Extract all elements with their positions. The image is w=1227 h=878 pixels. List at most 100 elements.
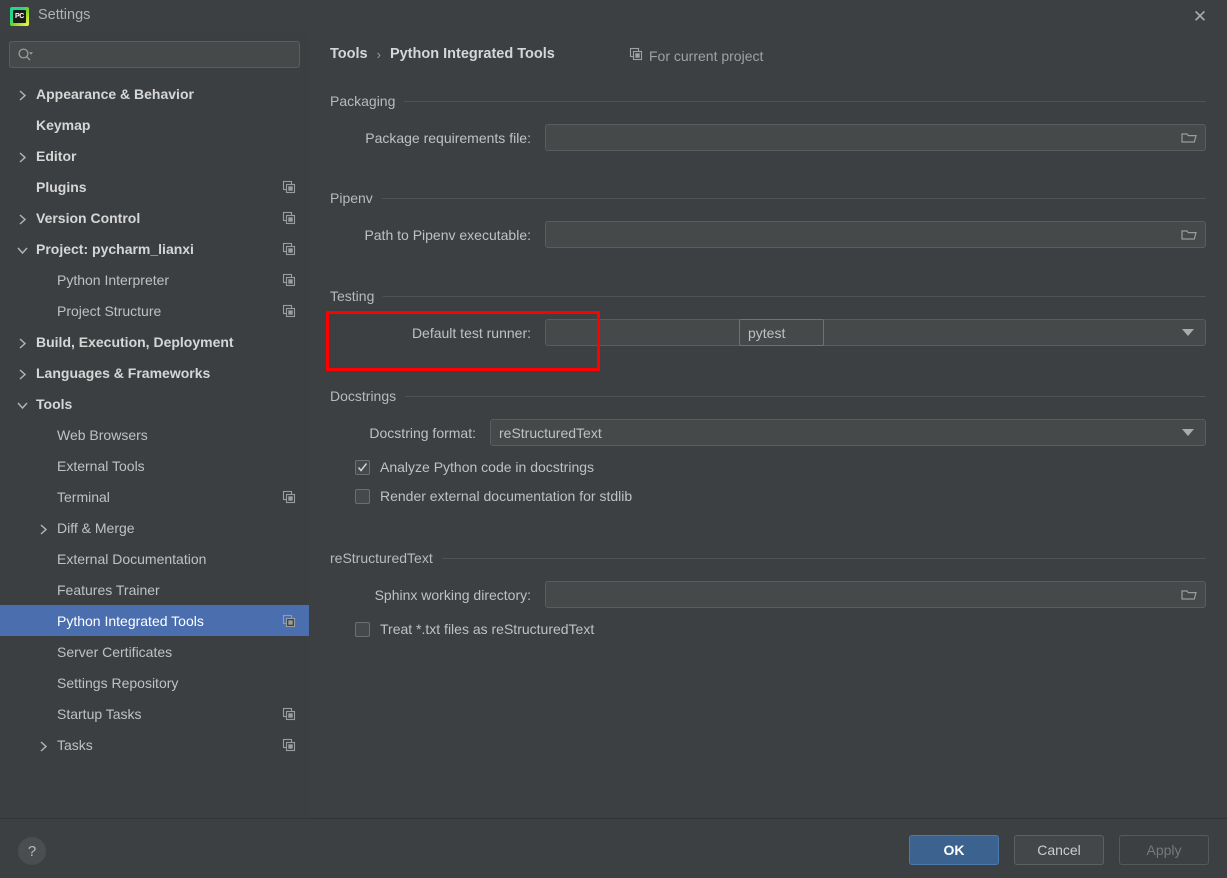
- sphinx-working-directory-input[interactable]: [545, 581, 1206, 608]
- render-external-doc-checkbox-row[interactable]: Render external documentation for stdlib: [309, 488, 1227, 504]
- chevron-down-icon[interactable]: [1182, 429, 1194, 436]
- package-requirements-label: Package requirements file:: [365, 129, 531, 146]
- docstring-format-label: Docstring format:: [369, 424, 476, 441]
- pipenv-path-input[interactable]: [545, 221, 1206, 248]
- sidebar-item-label: Python Integrated Tools: [57, 612, 204, 629]
- section-divider: [381, 197, 1206, 199]
- project-config-icon: [282, 180, 296, 194]
- sidebar-item-keymap[interactable]: Keymap: [0, 109, 309, 140]
- sidebar-item-version-control[interactable]: Version Control: [0, 202, 309, 233]
- package-requirements-input[interactable]: [545, 124, 1206, 151]
- sidebar-item-label: Appearance & Behavior: [36, 85, 194, 102]
- sidebar-item-web-browsers[interactable]: Web Browsers: [0, 419, 309, 450]
- chevron-right-icon[interactable]: [17, 88, 28, 101]
- sidebar-item-label: Editor: [36, 147, 77, 164]
- chevron-right-icon[interactable]: [17, 336, 28, 349]
- treat-txt-files-checkbox[interactable]: [355, 621, 370, 637]
- sidebar-item-appearance-behavior[interactable]: Appearance & Behavior: [0, 78, 309, 109]
- section-docstrings-title: Docstrings: [330, 388, 397, 404]
- project-config-icon: [282, 738, 296, 752]
- section-pipenv-title: Pipenv: [330, 190, 373, 206]
- folder-icon[interactable]: [1181, 228, 1197, 241]
- sidebar-item-label: Startup Tasks: [57, 705, 142, 722]
- sidebar-item-settings-repository[interactable]: Settings Repository: [0, 667, 309, 698]
- pycharm-logo-text: PC: [13, 10, 26, 23]
- chevron-down-icon[interactable]: [17, 398, 28, 410]
- sidebar-item-label: Server Certificates: [57, 643, 173, 660]
- sidebar-item-external-documentation[interactable]: External Documentation: [0, 543, 309, 574]
- sidebar-item-python-integrated-tools[interactable]: Python Integrated Tools: [0, 605, 309, 636]
- section-pipenv: Pipenv Path to Pipenv executable:: [309, 190, 1227, 248]
- sidebar-item-diff-merge[interactable]: Diff & Merge: [0, 512, 309, 543]
- treat-txt-files-checkbox-row[interactable]: Treat *.txt files as reStructuredText: [309, 621, 1227, 637]
- chevron-down-icon[interactable]: [1182, 329, 1194, 336]
- sidebar-item-label: Languages & Frameworks: [36, 364, 211, 381]
- sidebar-item-tasks[interactable]: Tasks: [0, 729, 309, 760]
- project-config-icon: [282, 614, 296, 628]
- default-test-runner-row: Default test runner: pytest: [309, 319, 1227, 346]
- sidebar-item-python-interpreter[interactable]: Python Interpreter: [0, 264, 309, 295]
- pipenv-path-label: Path to Pipenv executable:: [364, 226, 531, 243]
- default-test-runner-label: Default test runner:: [411, 324, 531, 341]
- sidebar-item-editor[interactable]: Editor: [0, 140, 309, 171]
- sidebar-item-plugins[interactable]: Plugins: [0, 171, 309, 202]
- sphinx-working-directory-row: Sphinx working directory:: [309, 581, 1227, 608]
- sidebar-item-external-tools[interactable]: External Tools: [0, 450, 309, 481]
- chevron-right-icon[interactable]: [38, 522, 49, 535]
- sidebar-item-languages-frameworks[interactable]: Languages & Frameworks: [0, 357, 309, 388]
- sidebar-item-label: Keymap: [36, 116, 91, 133]
- project-config-icon: [282, 211, 296, 225]
- search-input[interactable]: [33, 42, 299, 67]
- settings-sidebar: Appearance & Behavior Keymap Editor Plugins…: [0, 33, 309, 818]
- chevron-right-icon[interactable]: [17, 150, 28, 163]
- section-testing-title: Testing: [330, 288, 375, 304]
- project-config-icon: [629, 47, 643, 64]
- project-config-icon: [282, 242, 296, 256]
- breadcrumb-parent[interactable]: Tools: [330, 46, 368, 62]
- docstring-format-combobox[interactable]: reStructuredText: [490, 419, 1206, 446]
- docstring-format-row: Docstring format: reStructuredText: [309, 419, 1227, 446]
- sidebar-item-server-certificates[interactable]: Server Certificates: [0, 636, 309, 667]
- title-bar: PC Settings ✕: [0, 0, 1227, 33]
- help-icon[interactable]: ?: [18, 837, 46, 865]
- sidebar-item-startup-tasks[interactable]: Startup Tasks: [0, 698, 309, 729]
- settings-main-panel: Tools › Python Integrated Tools For curr…: [309, 33, 1227, 818]
- close-icon[interactable]: ✕: [1183, 4, 1217, 30]
- section-packaging-title: Packaging: [330, 93, 396, 109]
- render-external-doc-checkbox[interactable]: [355, 488, 370, 504]
- chevron-right-icon[interactable]: [38, 739, 49, 752]
- default-test-runner-value-box[interactable]: pytest: [739, 319, 824, 346]
- section-restructuredtext: reStructuredText Sphinx working director…: [309, 550, 1227, 637]
- sidebar-item-project-pycharm-lianxi[interactable]: Project: pycharm_lianxi: [0, 233, 309, 264]
- cancel-button[interactable]: Cancel: [1014, 835, 1104, 865]
- sidebar-item-features-trainer[interactable]: Features Trainer: [0, 574, 309, 605]
- search-icon: [17, 47, 33, 63]
- sidebar-item-terminal[interactable]: Terminal: [0, 481, 309, 512]
- search-container: [0, 33, 309, 68]
- analyze-python-code-checkbox-row[interactable]: Analyze Python code in docstrings: [309, 459, 1227, 475]
- sidebar-item-label: Plugins: [36, 178, 87, 195]
- default-test-runner-combobox[interactable]: pytest: [545, 319, 1206, 346]
- docstring-format-value: reStructuredText: [499, 424, 602, 441]
- analyze-python-code-checkbox[interactable]: [355, 459, 370, 475]
- sidebar-item-project-structure[interactable]: Project Structure: [0, 295, 309, 326]
- chevron-right-icon[interactable]: [17, 367, 28, 380]
- section-divider: [441, 557, 1206, 559]
- sidebar-item-build-execution-deployment[interactable]: Build, Execution, Deployment: [0, 326, 309, 357]
- sidebar-item-label: Project: pycharm_lianxi: [36, 240, 194, 257]
- section-restructuredtext-title: reStructuredText: [330, 550, 433, 566]
- folder-icon[interactable]: [1181, 588, 1197, 601]
- sidebar-item-label: Web Browsers: [57, 426, 148, 443]
- chevron-down-icon[interactable]: [17, 243, 28, 255]
- chevron-right-icon[interactable]: [17, 212, 28, 225]
- sidebar-item-tools[interactable]: Tools: [0, 388, 309, 419]
- apply-button[interactable]: Apply: [1119, 835, 1209, 865]
- search-box[interactable]: [9, 41, 300, 68]
- default-test-runner-value: pytest: [748, 324, 786, 341]
- package-requirements-row: Package requirements file:: [309, 124, 1227, 151]
- sidebar-item-label: Tools: [36, 395, 73, 412]
- sidebar-item-label: Terminal: [57, 488, 110, 505]
- section-pipenv-header: Pipenv: [309, 190, 1227, 206]
- folder-icon[interactable]: [1181, 131, 1197, 144]
- ok-button[interactable]: OK: [909, 835, 999, 865]
